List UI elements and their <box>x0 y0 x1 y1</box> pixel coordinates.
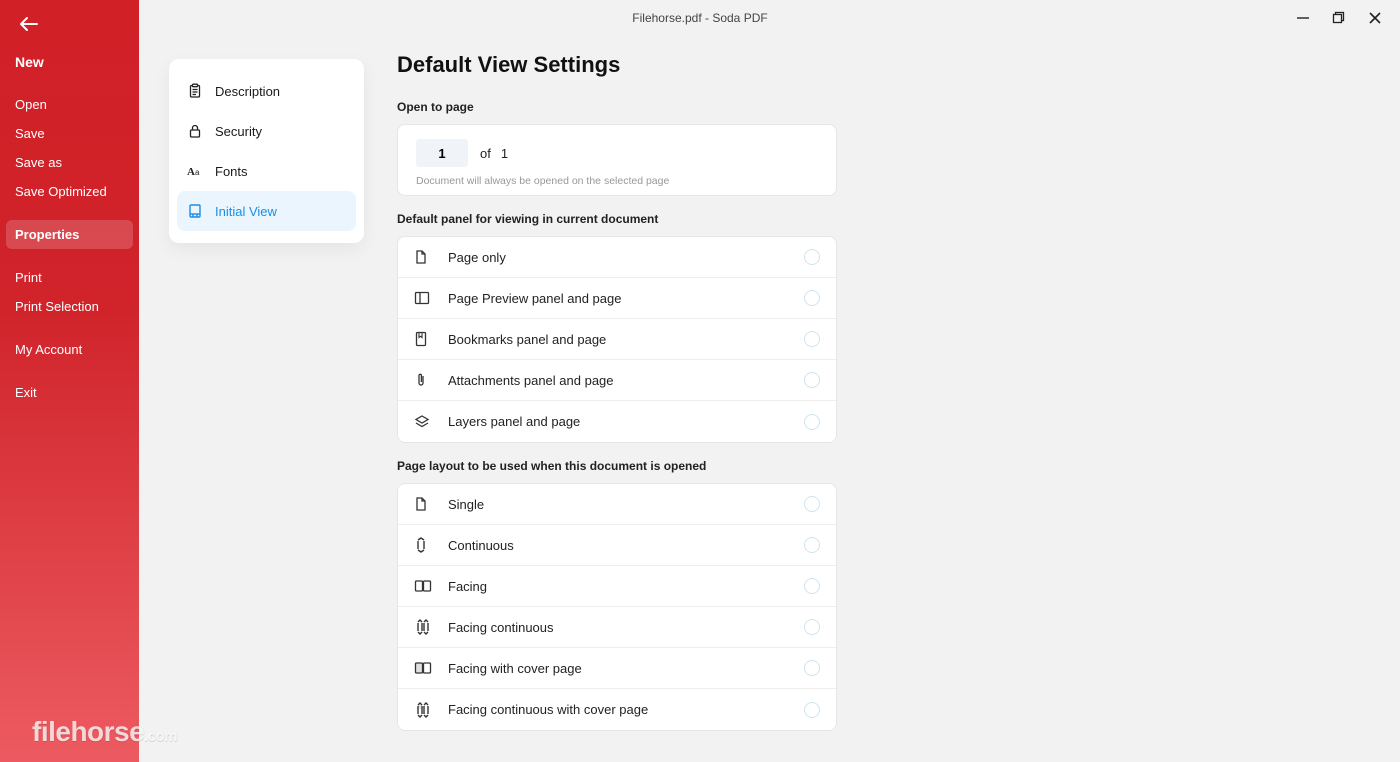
preview-panel-icon <box>414 291 448 305</box>
option-label: Layers panel and page <box>448 414 804 429</box>
close-button[interactable] <box>1360 4 1390 32</box>
facing-continuous-icon <box>414 619 448 635</box>
radio-icon <box>804 249 820 265</box>
sidebar-item-save-as[interactable]: Save as <box>0 148 139 177</box>
option-continuous[interactable]: Continuous <box>398 525 836 566</box>
sidebar-item-new[interactable]: New <box>0 48 139 76</box>
radio-icon <box>804 331 820 347</box>
tab-description[interactable]: Description <box>177 71 356 111</box>
open-to-page-panel: of 1 Document will always be opened on t… <box>397 124 837 196</box>
page-layout-label: Page layout to be used when this documen… <box>397 459 1360 473</box>
option-label: Facing with cover page <box>448 661 804 676</box>
content-area: Description Security Aa Fonts Initial Vi… <box>139 0 1400 762</box>
option-label: Facing continuous <box>448 620 804 635</box>
option-label: Facing continuous with cover page <box>448 702 804 717</box>
option-label: Page Preview panel and page <box>448 291 804 306</box>
default-panel-label: Default panel for viewing in current doc… <box>397 212 1360 226</box>
sidebar: New Open Save Save as Save Optimized Pro… <box>0 0 139 762</box>
radio-icon <box>804 619 820 635</box>
clipboard-icon <box>187 83 215 99</box>
tab-label: Fonts <box>215 164 248 179</box>
option-facing-continuous[interactable]: Facing continuous <box>398 607 836 648</box>
sidebar-item-my-account[interactable]: My Account <box>0 335 139 364</box>
option-facing-cover[interactable]: Facing with cover page <box>398 648 836 689</box>
radio-icon <box>804 702 820 718</box>
watermark-main: filehorse <box>32 716 144 747</box>
tab-label: Security <box>215 124 262 139</box>
svg-text:A: A <box>187 166 195 178</box>
option-layers[interactable]: Layers panel and page <box>398 401 836 442</box>
fonts-icon: Aa <box>187 163 215 179</box>
option-label: Continuous <box>448 538 804 553</box>
total-pages: 1 <box>501 146 508 161</box>
default-panel-options: Page only Page Preview panel and page Bo… <box>397 236 837 443</box>
tab-label: Initial View <box>215 204 277 219</box>
option-label: Single <box>448 497 804 512</box>
sidebar-item-properties[interactable]: Properties <box>6 220 133 249</box>
radio-icon <box>804 290 820 306</box>
continuous-icon <box>414 537 448 553</box>
facing-continuous-cover-icon <box>414 702 448 718</box>
option-label: Facing <box>448 579 804 594</box>
minimize-button[interactable] <box>1288 4 1318 32</box>
sidebar-item-exit[interactable]: Exit <box>0 378 139 407</box>
open-to-page-input[interactable] <box>416 139 468 167</box>
layers-icon <box>414 414 448 430</box>
option-facing-continuous-cover[interactable]: Facing continuous with cover page <box>398 689 836 730</box>
sidebar-item-save[interactable]: Save <box>0 119 139 148</box>
properties-tabs-panel: Description Security Aa Fonts Initial Vi… <box>169 59 364 243</box>
settings-main: Default View Settings Open to page of 1 … <box>397 52 1360 762</box>
option-page-preview[interactable]: Page Preview panel and page <box>398 278 836 319</box>
attachment-icon <box>414 372 448 388</box>
option-bookmarks[interactable]: Bookmarks panel and page <box>398 319 836 360</box>
window-controls <box>1288 4 1400 32</box>
tab-label: Description <box>215 84 280 99</box>
facing-icon <box>414 579 448 593</box>
radio-icon <box>804 372 820 388</box>
tab-initial-view[interactable]: Initial View <box>177 191 356 231</box>
tab-fonts[interactable]: Aa Fonts <box>177 151 356 191</box>
svg-text:a: a <box>195 168 200 177</box>
tab-security[interactable]: Security <box>177 111 356 151</box>
option-facing[interactable]: Facing <box>398 566 836 607</box>
open-to-page-hint: Document will always be opened on the se… <box>416 175 818 187</box>
window-title: Filehorse.pdf - Soda PDF <box>632 11 767 25</box>
option-label: Page only <box>448 250 804 265</box>
bookmark-icon <box>414 331 448 347</box>
back-button[interactable] <box>12 10 46 38</box>
option-attachments[interactable]: Attachments panel and page <box>398 360 836 401</box>
radio-icon <box>804 660 820 676</box>
initial-view-icon <box>187 203 215 219</box>
sidebar-item-open[interactable]: Open <box>0 90 139 119</box>
option-single[interactable]: Single <box>398 484 836 525</box>
open-to-page-label: Open to page <box>397 100 1360 114</box>
radio-icon <box>804 578 820 594</box>
maximize-button[interactable] <box>1324 4 1354 32</box>
facing-cover-icon <box>414 661 448 675</box>
sidebar-item-print-selection[interactable]: Print Selection <box>0 292 139 321</box>
page-icon <box>414 249 448 265</box>
open-to-page-row: of 1 <box>416 139 818 167</box>
radio-icon <box>804 537 820 553</box>
option-label: Attachments panel and page <box>448 373 804 388</box>
option-label: Bookmarks panel and page <box>448 332 804 347</box>
title-bar: Filehorse.pdf - Soda PDF <box>0 0 1400 36</box>
option-page-only[interactable]: Page only <box>398 237 836 278</box>
sidebar-item-print[interactable]: Print <box>0 263 139 292</box>
page-icon <box>414 496 448 512</box>
sidebar-item-save-optimized[interactable]: Save Optimized <box>0 177 139 206</box>
radio-icon <box>804 496 820 512</box>
of-label: of <box>480 146 491 161</box>
radio-icon <box>804 414 820 430</box>
lock-icon <box>187 123 215 139</box>
page-layout-options: Single Continuous Facing <box>397 483 837 731</box>
page-title: Default View Settings <box>397 52 1360 78</box>
